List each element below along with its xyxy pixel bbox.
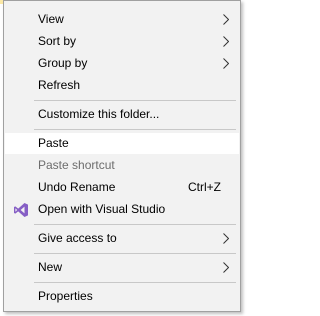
menu-item-label: Paste	[38, 136, 69, 150]
menu-item-label: Paste shortcut	[38, 158, 115, 172]
menu-separator	[34, 129, 236, 130]
menu-item-label: Sort by	[38, 34, 77, 48]
menu-item-properties[interactable]: Properties	[5, 286, 239, 307]
context-menu: View Sort by Group by Refresh Customize …	[3, 0, 241, 312]
menu-separator	[34, 253, 236, 254]
menu-item-label: Undo Rename	[38, 180, 116, 194]
chevron-right-icon	[223, 58, 229, 69]
menu-item-label: Properties	[38, 289, 93, 303]
menu-item-group-by[interactable]: Group by	[5, 53, 239, 74]
chevron-right-icon	[223, 262, 229, 273]
menu-item-label: Group by	[38, 56, 88, 70]
menu-item-paste-shortcut: Paste shortcut	[5, 155, 239, 176]
chevron-right-icon	[223, 233, 229, 244]
visual-studio-icon	[14, 203, 28, 217]
menu-item-undo-rename[interactable]: Undo Rename Ctrl+Z	[5, 177, 239, 198]
menu-item-label: View	[38, 12, 64, 26]
menu-item-shortcut: Ctrl+Z	[188, 180, 221, 194]
menu-item-refresh[interactable]: Refresh	[5, 75, 239, 96]
menu-item-label: Customize this folder...	[38, 107, 160, 121]
menu-item-customize-folder[interactable]: Customize this folder...	[5, 104, 239, 125]
chevron-right-icon	[223, 14, 229, 25]
menu-item-give-access-to[interactable]: Give access to	[5, 228, 239, 249]
menu-item-label: Open with Visual Studio	[38, 202, 166, 216]
menu-item-label: Refresh	[38, 78, 81, 92]
menu-separator	[34, 224, 236, 225]
menu-item-label: New	[38, 260, 63, 274]
menu-item-label: Give access to	[38, 231, 117, 245]
menu-separator	[34, 100, 236, 101]
menu-item-new[interactable]: New	[5, 257, 239, 278]
menu-item-sort-by[interactable]: Sort by	[5, 31, 239, 52]
menu-item-open-with-visual-studio[interactable]: Open with Visual Studio	[5, 199, 239, 220]
menu-separator	[34, 282, 236, 283]
menu-item-view[interactable]: View	[5, 9, 239, 30]
menu-item-paste[interactable]: Paste	[5, 133, 239, 154]
chevron-right-icon	[223, 36, 229, 47]
